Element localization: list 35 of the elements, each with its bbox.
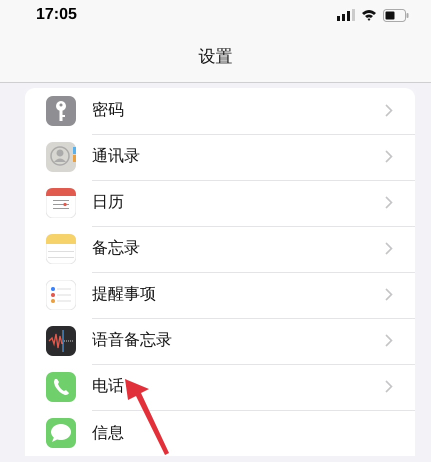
row-label: 备忘录 [92,238,140,259]
settings-row[interactable]: 提醒事项 [25,272,415,318]
phone-icon [46,372,76,402]
chevron-icon [385,150,393,163]
row-label: 电话 [92,376,124,397]
row-label: 提醒事项 [92,284,156,305]
voice-memo-icon [46,326,76,356]
settings-row[interactable]: 备忘录 [25,226,415,272]
signal-icon [337,9,355,21]
row-label: 信息 [92,422,124,444]
calendar-icon [46,188,76,218]
settings-row[interactable]: 语音备忘录 [25,318,415,364]
chevron-icon [385,380,393,393]
chevron-icon [385,242,393,255]
notes-icon [46,234,76,264]
contacts-icon [46,142,76,172]
wifi-icon [361,9,377,21]
chevron-icon [385,196,393,209]
key-icon [46,96,76,126]
chevron-icon [385,288,393,301]
page-title: 设置 [198,46,232,68]
row-label: 通讯录 [92,146,140,167]
battery-icon [383,8,409,22]
message-icon [46,418,76,448]
chevron-icon [385,104,393,117]
settings-row[interactable]: 日历 [25,180,415,226]
settings-row[interactable]: 信息 [25,410,415,456]
status-time: 17:05 [36,6,77,24]
chevron-icon [385,334,393,347]
row-label: 密码 [92,100,124,121]
row-label: 语音备忘录 [92,330,172,351]
settings-row[interactable]: 通讯录 [25,134,415,180]
settings-row[interactable]: 密码 [25,88,415,134]
row-label: 日历 [92,192,124,213]
reminders-icon [46,280,76,310]
